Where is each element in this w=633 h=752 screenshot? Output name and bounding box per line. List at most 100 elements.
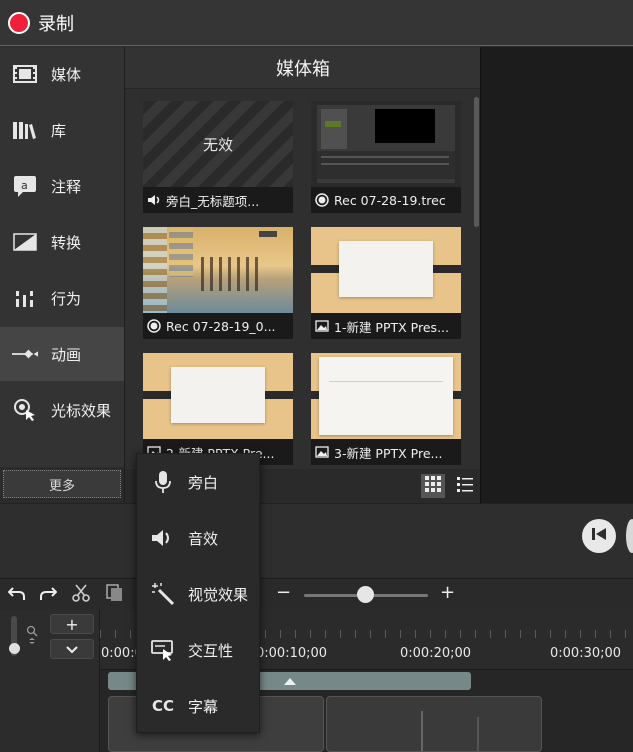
transition-icon bbox=[12, 229, 38, 255]
interactivity-icon bbox=[149, 636, 177, 664]
menu-item-label: 交互性 bbox=[188, 641, 234, 660]
ruler-tick-label: 0:00:10;00 bbox=[256, 646, 328, 661]
media-caption: 3-新建 PPTX Pre... bbox=[311, 439, 461, 465]
step-back-icon bbox=[590, 526, 608, 546]
grid-view-icon bbox=[424, 475, 442, 497]
list-view-icon bbox=[456, 475, 474, 497]
sidebar-item-media[interactable]: 媒体 bbox=[0, 47, 124, 101]
add-track-button[interactable]: + bbox=[50, 614, 94, 634]
sidebar-item-library[interactable]: 库 bbox=[0, 103, 124, 157]
list-view-button[interactable] bbox=[453, 474, 477, 498]
image-icon bbox=[315, 319, 329, 333]
timeline-toolbar: − + bbox=[0, 578, 633, 610]
sidebar-item-cursor-effects[interactable]: 光标效果 bbox=[0, 383, 124, 437]
magic-wand-icon bbox=[149, 580, 177, 608]
menu-item-label: 音效 bbox=[188, 529, 219, 548]
media-bin-panel: 媒体箱 无效 旁白_无标题项... Rec 07-28-19.trec Rec … bbox=[124, 47, 481, 503]
audio-icon bbox=[147, 193, 161, 207]
magnify-icon bbox=[26, 624, 38, 650]
behavior-icon bbox=[12, 285, 38, 311]
playback-controls bbox=[0, 503, 633, 577]
expand-up-icon bbox=[284, 678, 296, 685]
invalid-label: 无效 bbox=[202, 135, 233, 154]
sidebar-item-label: 动画 bbox=[51, 345, 82, 364]
image-icon bbox=[315, 445, 329, 459]
media-item[interactable]: Rec 07-28-19_0... bbox=[143, 227, 293, 339]
media-bin-title: 媒体箱 bbox=[125, 47, 481, 89]
slide-thumbnail bbox=[143, 353, 293, 439]
timeline-clip[interactable] bbox=[326, 696, 542, 752]
record-dot-icon bbox=[8, 12, 30, 34]
menu-item-audio-effects[interactable]: 音效 bbox=[137, 510, 261, 566]
sidebar-item-behaviors[interactable]: 行为 bbox=[0, 271, 124, 325]
step-back-button[interactable] bbox=[582, 519, 616, 553]
redo-button[interactable] bbox=[36, 583, 60, 607]
recording-thumbnail bbox=[311, 101, 461, 187]
sidebar-item-transitions[interactable]: 转换 bbox=[0, 215, 124, 269]
copy-button[interactable] bbox=[103, 583, 127, 607]
media-caption-text: 1-新建 PPTX Pres... bbox=[334, 319, 449, 335]
annotation-icon: a bbox=[12, 173, 38, 199]
play-button[interactable] bbox=[626, 519, 633, 553]
track-header: + bbox=[0, 610, 100, 752]
ruler-tick-label: 0:00:30;00 bbox=[550, 646, 622, 661]
media-caption-text: 3-新建 PPTX Pre... bbox=[334, 445, 443, 461]
media-caption: 旁白_无标题项... bbox=[143, 187, 293, 213]
zoom-slider-knob[interactable] bbox=[357, 586, 374, 603]
sidebar-item-label: 库 bbox=[51, 121, 67, 140]
sidebar-item-label: 行为 bbox=[51, 289, 82, 308]
menu-item-interactivity[interactable]: 交互性 bbox=[137, 622, 261, 678]
more-button[interactable]: 更多 bbox=[3, 470, 121, 498]
speaker-icon bbox=[149, 524, 177, 552]
microphone-icon bbox=[149, 468, 177, 496]
undo-button[interactable] bbox=[5, 583, 29, 607]
menu-item-visual-effects[interactable]: 视觉效果 bbox=[137, 566, 261, 622]
zoom-out-button[interactable]: − bbox=[276, 582, 291, 603]
invalid-thumbnail: 无效 bbox=[143, 101, 293, 187]
media-item[interactable]: 3-新建 PPTX Pre... bbox=[311, 353, 461, 465]
collapse-tracks-button[interactable] bbox=[50, 639, 94, 659]
sidebar-item-annotations[interactable]: a 注释 bbox=[0, 159, 124, 213]
ruler-tick-label: 0:00:20;00 bbox=[400, 646, 472, 661]
media-caption-text: 旁白_无标题项... bbox=[166, 193, 260, 209]
recording-icon bbox=[147, 319, 161, 333]
svg-text:a: a bbox=[21, 179, 28, 192]
slide-thumbnail bbox=[311, 353, 461, 439]
recording-icon bbox=[315, 193, 329, 207]
redo-icon bbox=[39, 585, 58, 605]
slide-thumbnail bbox=[311, 227, 461, 313]
sidebar-item-label: 转换 bbox=[51, 233, 82, 252]
cursor-effects-icon bbox=[12, 397, 38, 423]
media-caption-text: Rec 07-28-19_0... bbox=[166, 318, 276, 334]
record-label: 录制 bbox=[38, 14, 74, 35]
scissors-icon bbox=[72, 584, 90, 606]
canvas-preview[interactable] bbox=[480, 47, 633, 503]
closed-captions-icon: CC bbox=[151, 697, 175, 715]
track-height-knob[interactable] bbox=[9, 643, 20, 654]
animation-icon bbox=[12, 341, 38, 367]
recording-thumbnail bbox=[143, 227, 293, 313]
copy-icon bbox=[106, 584, 124, 606]
menu-item-label: 旁白 bbox=[188, 473, 219, 492]
menu-item-captions[interactable]: CC 字幕 bbox=[137, 678, 261, 734]
more-popup-menu: 旁白 音效 视觉效果 交互性 CC 字幕 bbox=[136, 453, 260, 733]
media-bin-scrollbar[interactable] bbox=[474, 97, 479, 227]
sidebar-item-animations[interactable]: 动画 bbox=[0, 327, 124, 381]
menu-item-label: 视觉效果 bbox=[188, 585, 249, 604]
media-item[interactable]: 无效 旁白_无标题项... bbox=[143, 101, 293, 213]
chevron-down-icon bbox=[65, 640, 79, 659]
sidebar-item-label: 注释 bbox=[51, 177, 82, 196]
top-bar: 录制 bbox=[0, 0, 633, 46]
record-button[interactable]: 录制 bbox=[8, 10, 74, 36]
grid-view-button[interactable] bbox=[421, 474, 445, 498]
menu-item-voice-narration[interactable]: 旁白 bbox=[137, 454, 261, 510]
media-caption: Rec 07-28-19_0... bbox=[143, 313, 293, 339]
cut-button[interactable] bbox=[69, 583, 93, 607]
media-item[interactable]: 2-新建 PPTX Pre... bbox=[143, 353, 293, 465]
media-item[interactable]: Rec 07-28-19.trec bbox=[311, 101, 461, 213]
media-item[interactable]: 1-新建 PPTX Pres... bbox=[311, 227, 461, 339]
sidebar-item-label: 光标效果 bbox=[51, 401, 112, 420]
sidebar-item-label: 媒体 bbox=[51, 65, 82, 84]
zoom-in-button[interactable]: + bbox=[440, 582, 455, 603]
media-caption: Rec 07-28-19.trec bbox=[311, 187, 461, 213]
